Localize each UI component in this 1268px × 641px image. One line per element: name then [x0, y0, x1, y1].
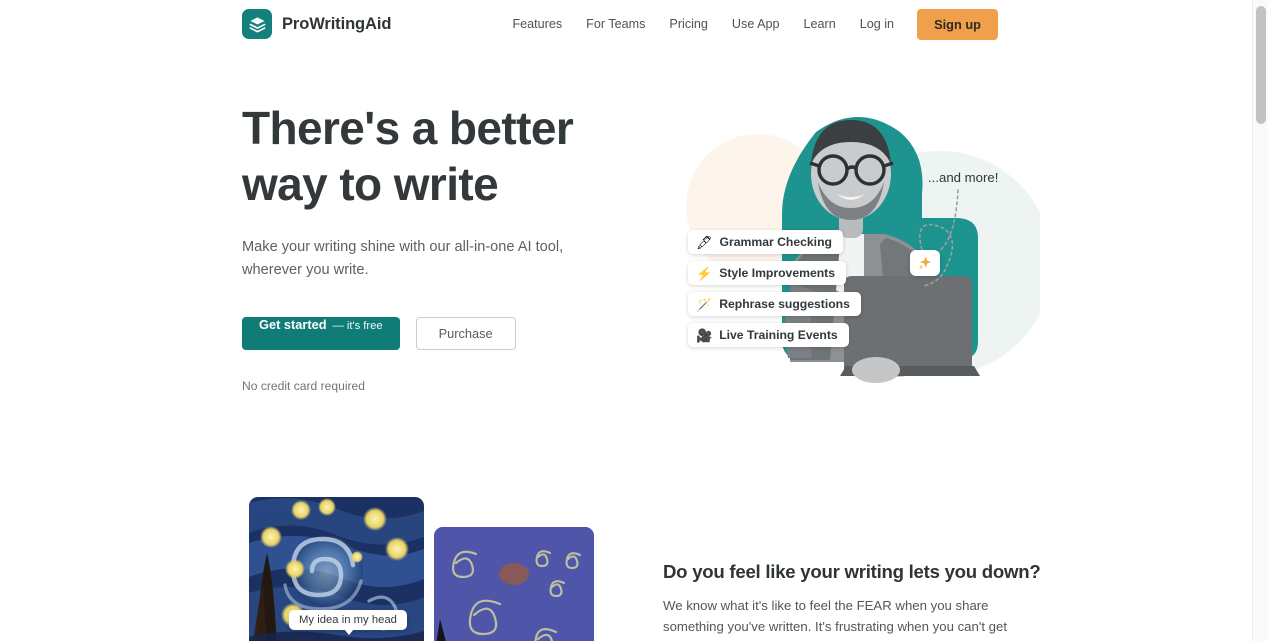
hero-title: There's a better way to write: [242, 100, 592, 212]
hero-illustration: ...and more! 🖋 Grammar Checking ⚡ Style …: [640, 78, 1040, 398]
feature-chip-label: Style Improvements: [719, 266, 836, 280]
nav-link-features[interactable]: Features: [500, 0, 574, 49]
nav-link-log-in[interactable]: Log in: [848, 0, 906, 49]
movie-camera-icon: 🎥: [696, 327, 713, 343]
get-started-button[interactable]: Get started — it's free: [242, 317, 400, 350]
no-credit-card-note: No credit card required: [242, 379, 366, 393]
lower-section-body: We know what it's like to feel the FEAR …: [663, 598, 1008, 641]
lightning-bolt-icon: ⚡: [696, 265, 713, 281]
and-more-annotation: ...and more!: [928, 170, 999, 185]
vertical-scroll-thumb[interactable]: [1256, 6, 1266, 124]
nav-link-use-app[interactable]: Use App: [720, 0, 792, 49]
lower-section: Do you feel like your writing lets you d…: [663, 561, 1041, 641]
hero-subtitle: Make your writing shine with our all-in-…: [242, 239, 564, 278]
feature-chip: 🎥 Live Training Events: [688, 323, 849, 347]
sign-up-button[interactable]: Sign up: [917, 9, 998, 40]
get-started-sublabel: — it's free: [332, 320, 383, 332]
magic-wand-icon: 🪄: [696, 296, 713, 312]
lower-section-title: Do you feel like your writing lets you d…: [663, 561, 1041, 582]
crude-drawing-panel: [434, 527, 594, 641]
brand-logo-link[interactable]: ProWritingAid: [242, 9, 391, 39]
feature-chip: ⚡ Style Improvements: [688, 261, 847, 285]
brand-name: ProWritingAid: [282, 14, 392, 33]
site-header: ProWritingAid Features For Teams Pricing…: [0, 0, 1252, 49]
main-navigation: Features For Teams Pricing Use App Learn…: [500, 0, 998, 49]
hero-title-line-1: There's a better: [242, 102, 574, 154]
prowritingaid-logo-icon: [242, 9, 272, 39]
hero-title-line-2: way to write: [242, 158, 499, 210]
feature-chip-label: Grammar Checking: [719, 235, 832, 249]
nav-link-for-teams[interactable]: For Teams: [574, 0, 657, 49]
browser-viewport: ProWritingAid Features For Teams Pricing…: [0, 0, 1252, 641]
feature-chip: 🪄 Rephrase suggestions: [688, 292, 861, 316]
my-idea-tooltip: My idea in my head: [289, 610, 407, 635]
hero-copy: There's a better way to write Make your …: [242, 100, 592, 393]
nav-link-pricing[interactable]: Pricing: [657, 0, 720, 49]
nav-link-learn[interactable]: Learn: [792, 0, 848, 49]
sparkles-icon: [910, 250, 940, 276]
purchase-button[interactable]: Purchase: [415, 317, 516, 350]
vertical-scrollbar[interactable]: [1252, 0, 1268, 641]
writing-comparison-visual: My idea in my head: [249, 497, 594, 641]
hero-cta-group: Get started — it's free Purchase: [242, 317, 592, 350]
get-started-label: Get started: [259, 317, 327, 332]
feather-quill-icon: 🖋: [696, 234, 713, 250]
feature-chip-label: Rephrase suggestions: [719, 297, 850, 311]
feature-chip-label: Live Training Events: [719, 328, 838, 342]
feature-chip: 🖋 Grammar Checking: [688, 230, 843, 254]
page-root: ProWritingAid Features For Teams Pricing…: [0, 0, 1268, 641]
